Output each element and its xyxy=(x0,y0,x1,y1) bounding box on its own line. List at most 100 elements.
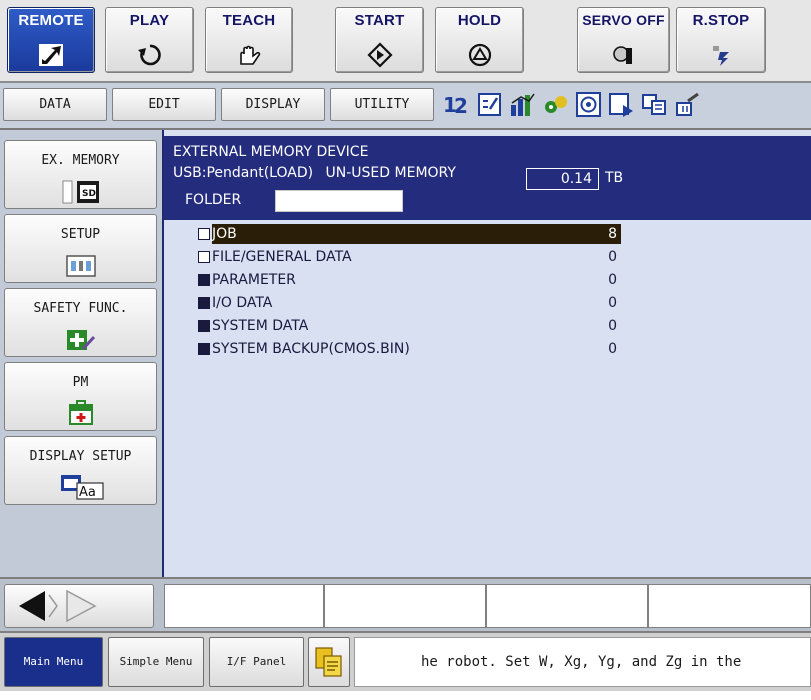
side-menu-label: SAFETY FUNC. xyxy=(33,301,128,316)
item-checkbox[interactable] xyxy=(198,251,210,263)
forward-arrow-icon[interactable] xyxy=(66,589,97,623)
list-item-count: 0 xyxy=(608,341,617,357)
play-button[interactable]: PLAY xyxy=(105,7,194,73)
item-checkbox[interactable] xyxy=(198,297,210,309)
bar-chart-icon[interactable] xyxy=(509,91,536,118)
folder-label: FOLDER xyxy=(185,192,242,208)
list-item-name: PARAMETER xyxy=(212,272,296,288)
if-panel-button[interactable]: I/F Panel xyxy=(209,637,304,687)
display-font-icon: Aa xyxy=(61,475,104,500)
settings-icon[interactable] xyxy=(674,91,701,118)
clipboard-button[interactable] xyxy=(308,637,350,687)
status-bar: Main Menu Simple Menu I/F Panel he robot… xyxy=(0,631,811,691)
first-aid-icon xyxy=(69,400,93,425)
main-menu-button[interactable]: Main Menu xyxy=(4,637,103,687)
unused-memory-unit: TB xyxy=(605,170,624,186)
tab-data[interactable]: DATA xyxy=(3,88,107,121)
list-item-name: SYSTEM BACKUP(CMOS.BIN) xyxy=(212,341,410,357)
device-info-line: USB:Pendant(LOAD) UN-USED MEMORY xyxy=(173,165,456,181)
side-menu-safety-func[interactable]: SAFETY FUNC. xyxy=(4,288,157,357)
side-menu-label: EX. MEMORY xyxy=(41,153,120,168)
function-key-1[interactable] xyxy=(164,584,324,628)
item-checkbox[interactable] xyxy=(198,228,210,240)
folder-field[interactable] xyxy=(275,190,403,212)
item-checkbox[interactable] xyxy=(198,320,210,332)
clipboard-icon xyxy=(315,647,342,677)
svg-text:2: 2 xyxy=(454,94,468,118)
side-menu-label: SETUP xyxy=(60,227,101,242)
multi-window-icon[interactable] xyxy=(641,91,668,118)
servo-off-icon xyxy=(612,46,632,64)
list-item-count: 0 xyxy=(608,249,617,265)
hold-button-label: HOLD xyxy=(457,12,502,29)
setup-panel-icon xyxy=(66,255,96,277)
list-item-system-backup[interactable]: SYSTEM BACKUP(CMOS.BIN) 0 xyxy=(198,339,621,359)
list-item-file-general-data[interactable]: FILE/GENERAL DATA 0 xyxy=(198,247,621,267)
item-checkbox[interactable] xyxy=(198,274,210,286)
safety-cross-icon xyxy=(67,330,96,351)
side-menu-pm[interactable]: PM xyxy=(4,362,157,431)
target-window-icon[interactable] xyxy=(575,91,602,118)
tab-utility[interactable]: UTILITY xyxy=(330,88,434,121)
side-menu-label: DISPLAY SETUP xyxy=(29,449,132,464)
remote-arrow-icon xyxy=(39,44,63,66)
teach-button[interactable]: TEACH xyxy=(205,7,293,73)
data-type-list: JOB 8 FILE/GENERAL DATA 0 PARAMETER 0 I/… xyxy=(164,220,811,577)
list-item-count: 0 xyxy=(608,318,617,334)
status-message: he robot. Set W, Xg, Yg, and Zg in the xyxy=(354,637,811,687)
play-cycle-icon xyxy=(137,44,161,66)
selection-highlight xyxy=(212,224,621,244)
function-key-2[interactable] xyxy=(324,584,486,628)
tools-icon[interactable] xyxy=(542,91,569,118)
side-menu-setup[interactable]: SETUP xyxy=(4,214,157,283)
list-item-name: I/O DATA xyxy=(212,295,273,311)
r-stop-icon xyxy=(713,46,729,66)
hold-button[interactable]: HOLD xyxy=(435,7,524,73)
unused-memory-label: UN-USED MEMORY xyxy=(325,165,456,181)
servo-off-button-label: SERVO OFF xyxy=(582,12,665,28)
function-key-4[interactable] xyxy=(648,584,811,628)
tab-display[interactable]: DISPLAY xyxy=(221,88,325,121)
hold-triangle-icon xyxy=(468,43,491,67)
teach-pendant-screen: REMOTE PLAY TEACH START HOLD SERVO OFF R… xyxy=(0,0,811,691)
list-item-count: 0 xyxy=(608,272,617,288)
mode-button-bar: REMOTE PLAY TEACH START HOLD SERVO OFF R… xyxy=(0,0,811,83)
remote-button[interactable]: REMOTE xyxy=(7,7,95,73)
list-item-count: 8 xyxy=(608,226,617,242)
teach-hand-icon xyxy=(240,45,261,65)
external-memory-panel: EXTERNAL MEMORY DEVICE USB:Pendant(LOAD)… xyxy=(162,130,811,577)
number-sort-icon[interactable]: 1 2 xyxy=(443,91,470,118)
list-item-parameter[interactable]: PARAMETER 0 xyxy=(198,270,621,290)
function-key-3[interactable] xyxy=(486,584,648,628)
list-item-job[interactable]: JOB 8 xyxy=(198,224,621,244)
checklist-icon[interactable] xyxy=(476,91,503,118)
back-arrow-icon[interactable] xyxy=(19,591,45,621)
tab-edit[interactable]: EDIT xyxy=(112,88,216,121)
function-button-strip xyxy=(0,577,811,631)
svg-text:SD: SD xyxy=(82,189,96,199)
list-item-name: FILE/GENERAL DATA xyxy=(212,249,352,265)
start-diamond-icon xyxy=(366,42,393,68)
page-nav-button[interactable] xyxy=(4,584,154,628)
document-arrow-icon[interactable] xyxy=(608,91,635,118)
menu-tab-bar: DATA EDIT DISPLAY UTILITY 1 2 xyxy=(0,83,811,130)
side-menu: EX. MEMORY SD SETUP SAFETY FUNC. PM DISP… xyxy=(0,130,162,577)
list-item-name: SYSTEM DATA xyxy=(212,318,309,334)
list-item-system-data[interactable]: SYSTEM DATA 0 xyxy=(198,316,621,336)
simple-menu-button[interactable]: Simple Menu xyxy=(108,637,204,687)
teach-button-label: TEACH xyxy=(222,12,276,29)
side-menu-ex-memory[interactable]: EX. MEMORY SD xyxy=(4,140,157,209)
device-header: EXTERNAL MEMORY DEVICE USB:Pendant(LOAD)… xyxy=(164,136,811,220)
start-button[interactable]: START xyxy=(335,7,424,73)
sd-card-icon: SD xyxy=(62,180,99,204)
list-item-io-data[interactable]: I/O DATA 0 xyxy=(198,293,621,313)
panel-title: EXTERNAL MEMORY DEVICE xyxy=(173,144,369,160)
side-menu-label: PM xyxy=(72,375,89,390)
list-item-count: 0 xyxy=(608,295,617,311)
servo-off-button[interactable]: SERVO OFF xyxy=(577,7,670,73)
r-stop-button[interactable]: R.STOP xyxy=(676,7,766,73)
play-button-label: PLAY xyxy=(129,12,170,29)
svg-text:Aa: Aa xyxy=(79,485,96,500)
item-checkbox[interactable] xyxy=(198,343,210,355)
side-menu-display-setup[interactable]: DISPLAY SETUP Aa xyxy=(4,436,157,505)
